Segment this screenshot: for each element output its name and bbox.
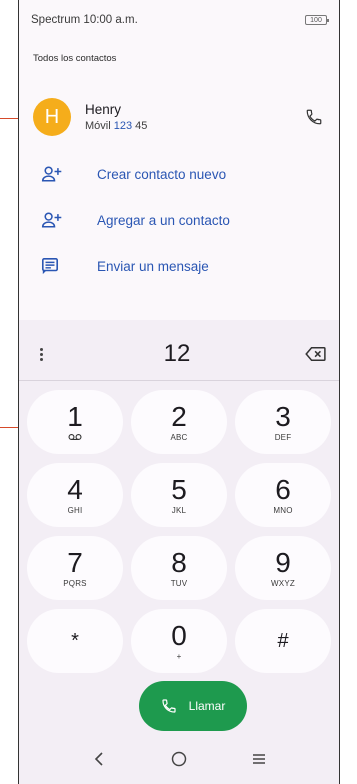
key-6[interactable]: 6 MNO <box>235 463 331 527</box>
key-0[interactable]: 0 + <box>131 609 227 673</box>
battery-level: 100 <box>310 16 322 24</box>
dialed-digits[interactable]: 12 <box>51 340 303 368</box>
key-letters: MNO <box>273 505 293 515</box>
contact-number-match: 123 <box>113 120 133 132</box>
contact-suggestions-panel: Todos los contactos H Henry Móvil 123 45… <box>19 40 339 320</box>
call-button[interactable]: Llamar <box>139 681 247 731</box>
key-digit: 8 <box>171 546 187 578</box>
contact-number-rest: 45 <box>132 120 148 132</box>
add-person-icon <box>41 211 73 229</box>
key-letters: ABC <box>170 432 188 442</box>
voicemail-icon <box>68 433 82 443</box>
send-message-action[interactable]: Enviar un mensaje <box>41 248 325 284</box>
key-star[interactable]: * <box>27 609 123 673</box>
phone-icon <box>162 699 176 713</box>
key-1[interactable]: 1 <box>27 390 123 454</box>
key-letters: DEF <box>274 432 292 442</box>
home-icon[interactable] <box>164 744 194 774</box>
dialpad-panel: 12 1 2 ABC 3 DEF 4 GHI 5 JKL 6 MNO 7 PQR… <box>19 320 339 784</box>
key-4[interactable]: 4 GHI <box>27 463 123 527</box>
key-2[interactable]: 2 ABC <box>131 390 227 454</box>
key-9[interactable]: 9 WXYZ <box>235 536 331 600</box>
key-digit: 1 <box>67 400 83 432</box>
key-8[interactable]: 8 TUV <box>131 536 227 600</box>
phone-screen: Spectrum 10:00 a.m. 100 Todos los contac… <box>18 0 340 784</box>
key-digit: 4 <box>67 473 83 505</box>
battery-icon: 100 <box>305 15 329 25</box>
carrier-label: Spectrum <box>31 14 81 26</box>
key-letters: GHI <box>67 505 83 515</box>
key-digit: 3 <box>275 400 291 432</box>
create-contact-label: Crear contacto nuevo <box>97 166 227 182</box>
navigation-bar <box>19 734 339 784</box>
add-to-contact-action[interactable]: Agregar a un contacto <box>41 202 325 238</box>
more-options-icon[interactable] <box>31 347 51 361</box>
key-letters: JKL <box>171 505 187 515</box>
status-bar: Spectrum 10:00 a.m. 100 <box>19 0 339 40</box>
send-message-label: Enviar un mensaje <box>97 258 209 274</box>
add-to-contact-label: Agregar a un contacto <box>97 212 230 228</box>
recents-menu-icon[interactable] <box>244 744 274 774</box>
callout-line-keypad <box>0 427 18 428</box>
backspace-icon[interactable] <box>303 346 327 362</box>
create-contact-action[interactable]: Crear contacto nuevo <box>41 156 325 192</box>
contact-number: Móvil 123 45 <box>85 120 303 132</box>
keypad: 1 2 ABC 3 DEF 4 GHI 5 JKL 6 MNO 7 PQRS 8… <box>27 390 331 673</box>
key-digit: 9 <box>275 546 291 578</box>
key-letters: + <box>176 651 182 661</box>
call-button-label: Llamar <box>188 699 226 713</box>
message-icon <box>41 257 73 275</box>
key-digit: 7 <box>67 546 83 578</box>
key-digit: * <box>71 630 79 652</box>
add-person-icon <box>41 165 73 183</box>
back-icon[interactable] <box>84 744 114 774</box>
key-digit: 6 <box>275 473 291 505</box>
key-letters: TUV <box>170 578 188 588</box>
status-carrier-time: Spectrum 10:00 a.m. <box>31 14 305 26</box>
key-digit: # <box>277 630 289 652</box>
key-letters: WXYZ <box>271 578 295 588</box>
key-digit: 5 <box>171 473 187 505</box>
key-letters: PQRS <box>63 578 87 588</box>
contact-info: Henry Móvil 123 45 <box>85 102 303 132</box>
key-hash[interactable]: # <box>235 609 331 673</box>
avatar: H <box>33 98 71 136</box>
clock: 10:00 a.m. <box>83 14 138 26</box>
dialer-divider <box>19 380 339 381</box>
dialed-number-row: 12 <box>31 334 327 374</box>
key-digit: 0 <box>171 619 187 651</box>
key-3[interactable]: 3 DEF <box>235 390 331 454</box>
phone-icon[interactable] <box>303 106 325 128</box>
section-title: Todos los contactos <box>33 53 117 64</box>
key-7[interactable]: 7 PQRS <box>27 536 123 600</box>
key-digit: 2 <box>171 400 187 432</box>
contact-result-row[interactable]: H Henry Móvil 123 45 <box>33 95 325 139</box>
contact-number-type: Móvil <box>85 120 111 132</box>
contact-name: Henry <box>85 102 122 117</box>
key-5[interactable]: 5 JKL <box>131 463 227 527</box>
callout-line-contact <box>0 118 18 119</box>
